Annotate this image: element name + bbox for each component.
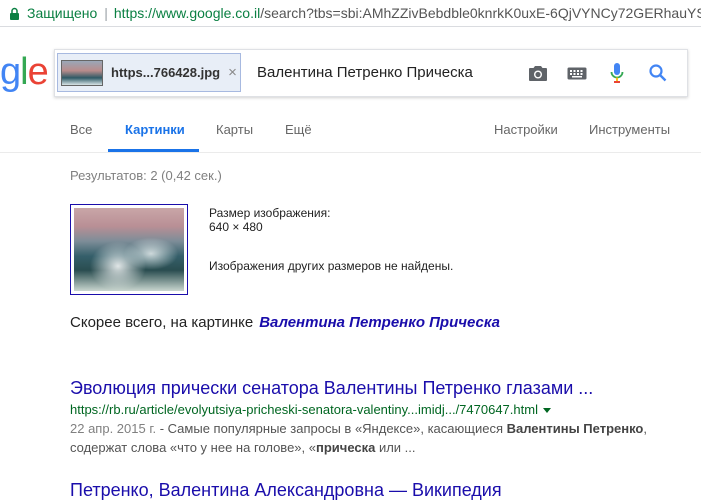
snippet-bold: Валентины Петренко bbox=[506, 421, 644, 436]
result-stats: Результатов: 2 (0,42 сек.) bbox=[70, 168, 222, 183]
search-tabs: Все Картинки Карты Ещё Настройки Инструм… bbox=[0, 112, 701, 152]
best-guess-prefix: Скорее всего, на картинке bbox=[70, 314, 254, 331]
microphone-icon[interactable] bbox=[606, 62, 628, 84]
search-icon[interactable] bbox=[647, 62, 669, 84]
address-separator: | bbox=[104, 5, 108, 21]
settings-link[interactable]: Настройки bbox=[494, 122, 558, 137]
best-guess-link[interactable]: Валентина Петренко Прическа bbox=[259, 314, 500, 331]
result-url: https://rb.ru/article/evolyutsiya-priche… bbox=[70, 402, 690, 417]
tools-link[interactable]: Инструменты bbox=[589, 122, 670, 137]
url-dropdown-icon[interactable] bbox=[542, 408, 551, 414]
sea-wave-image bbox=[74, 208, 184, 291]
lock-icon bbox=[9, 7, 20, 20]
search-input[interactable]: Валентина Петренко Прическа bbox=[257, 64, 473, 81]
snippet-bold: прическа bbox=[315, 440, 376, 455]
result-title[interactable]: Эволюция прически сенатора Валентины Пет… bbox=[70, 378, 690, 399]
no-other-sizes-note: Изображения других размеров не найдены. bbox=[209, 259, 454, 273]
keyboard-icon[interactable] bbox=[566, 62, 588, 84]
result-url-text: https://rb.ru/article/evolyutsiya-priche… bbox=[70, 402, 538, 417]
search-box[interactable]: https...766428.jpg × Валентина Петренко … bbox=[54, 49, 688, 97]
best-guess: Скорее всего, на картинке Валентина Петре… bbox=[70, 314, 500, 331]
image-size-value: 640 × 480 bbox=[209, 220, 263, 234]
snippet-text: - Самые популярные запросы в «Яндексе», … bbox=[156, 421, 507, 436]
result-snippet: 22 апр. 2015 г. - Самые популярные запро… bbox=[70, 419, 690, 457]
chip-filename: https...766428.jpg bbox=[111, 65, 221, 80]
tab-all[interactable]: Все bbox=[70, 122, 92, 137]
image-size-label: Размер изображения: bbox=[209, 206, 331, 220]
chip-close-icon[interactable]: × bbox=[228, 64, 237, 81]
tab-images[interactable]: Картинки bbox=[125, 122, 185, 137]
camera-icon[interactable] bbox=[527, 62, 549, 84]
google-logo[interactable]: gle bbox=[0, 52, 49, 92]
result-title[interactable]: Петренко, Валентина Александровна — Вики… bbox=[70, 480, 690, 501]
tabs-divider bbox=[0, 152, 701, 153]
url-host: https://www.google.co.il bbox=[113, 5, 261, 21]
address-bar[interactable]: Защищено | https://www.google.co.il/sear… bbox=[0, 0, 701, 27]
url-path: /search?tbs=sbi:AMhZZivBebdble0knrkK0uxE… bbox=[260, 5, 701, 21]
tab-more[interactable]: Ещё bbox=[285, 122, 312, 137]
search-result: Эволюция прически сенатора Валентины Пет… bbox=[70, 378, 690, 457]
security-label: Защищено bbox=[27, 5, 98, 21]
result-date: 22 апр. 2015 г. bbox=[70, 421, 157, 436]
chip-thumbnail bbox=[61, 59, 103, 86]
search-image-chip[interactable]: https...766428.jpg × bbox=[57, 53, 241, 92]
tab-maps[interactable]: Карты bbox=[216, 122, 253, 137]
query-image-thumbnail[interactable] bbox=[70, 204, 188, 295]
search-result: Петренко, Валентина Александровна — Вики… bbox=[70, 480, 690, 501]
image-size-info: Размер изображения: 640 × 480 bbox=[209, 206, 330, 234]
snippet-text: или ... bbox=[375, 440, 416, 455]
